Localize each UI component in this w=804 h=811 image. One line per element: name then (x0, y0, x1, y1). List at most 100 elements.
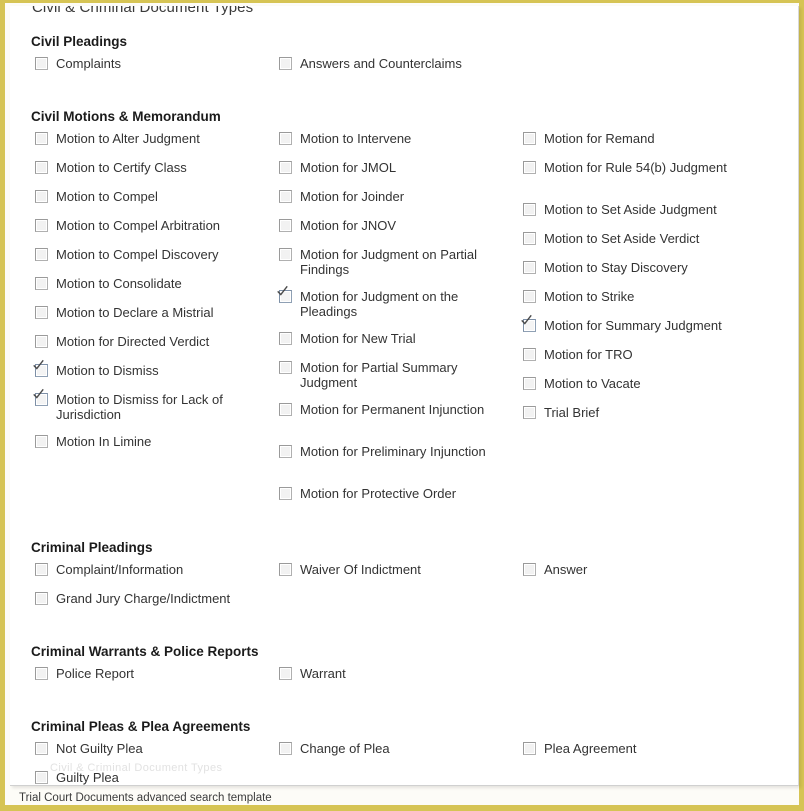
section-title-civil-pleadings: Civil Pleadings (31, 34, 128, 49)
checkbox-unchecked-icon[interactable] (279, 132, 292, 145)
checkbox-unchecked-icon[interactable] (35, 306, 48, 319)
checkbox-row[interactable]: Motion for New Trial (275, 330, 513, 353)
checkbox-unchecked-icon[interactable] (35, 335, 48, 348)
checkbox-row[interactable]: Motion to Set Aside Verdict (519, 230, 769, 253)
checkbox-row[interactable]: Motion to Compel Discovery (31, 246, 269, 269)
checkbox-row[interactable]: Motion to Stay Discovery (519, 259, 769, 282)
checkbox-unchecked-icon[interactable] (523, 132, 536, 145)
checkbox-unchecked-icon[interactable] (523, 406, 536, 419)
checkbox-unchecked-icon[interactable] (279, 219, 292, 232)
checkbox-unchecked-icon[interactable] (279, 403, 292, 416)
checkbox-unchecked-icon[interactable] (279, 445, 292, 458)
checkbox-row[interactable]: Motion to Strike (519, 288, 769, 311)
checkbox-row[interactable]: Motion for Judgment on Partial Findings (275, 246, 513, 282)
checkbox-row[interactable]: Motion for JMOL (275, 159, 513, 182)
checkbox-unchecked-icon[interactable] (279, 361, 292, 374)
checkbox-row[interactable]: Plea Agreement (519, 740, 769, 763)
checkbox-row[interactable]: Complaint/Information (31, 561, 269, 584)
checkbox-row[interactable]: Motion for TRO (519, 346, 769, 369)
checkbox-unchecked-icon[interactable] (523, 348, 536, 361)
checkbox-unchecked-icon[interactable] (35, 161, 48, 174)
checkbox-row[interactable]: Motion to Dismiss (31, 359, 269, 385)
checkbox-row[interactable]: Grand Jury Charge/Indictment (31, 590, 269, 613)
checkbox-row[interactable]: Motion for Summary Judgment (519, 314, 769, 340)
checkbox-unchecked-icon[interactable] (279, 248, 292, 261)
checkbox-label: Plea Agreement (544, 741, 637, 756)
checkbox-unchecked-icon[interactable] (279, 742, 292, 755)
checkbox-unchecked-icon[interactable] (523, 290, 536, 303)
checkbox-row[interactable]: Motion for Preliminary Injunction (275, 443, 513, 479)
checkbox-row[interactable]: Motion In Limine (31, 433, 269, 456)
checkbox-unchecked-icon[interactable] (523, 161, 536, 174)
checkbox-unchecked-icon[interactable] (279, 487, 292, 500)
checkbox-row[interactable]: Motion to Intervene (275, 130, 513, 153)
checkbox-row[interactable]: Police Report (31, 665, 269, 688)
checkbox-row[interactable]: Motion to Compel Arbitration (31, 217, 269, 240)
caption-bar: Trial Court Documents advanced search te… (10, 792, 798, 809)
checkbox-unchecked-icon[interactable] (35, 771, 48, 784)
checkbox-unchecked-icon[interactable] (523, 203, 536, 216)
checkbox-unchecked-icon[interactable] (35, 219, 48, 232)
checkbox-row[interactable]: Motion to Alter Judgment (31, 130, 269, 153)
checkbox-label: Trial Brief (544, 405, 600, 420)
checkbox-row[interactable]: Motion for Remand (519, 130, 769, 153)
checkbox-unchecked-icon[interactable] (35, 277, 48, 290)
checkbox-row[interactable]: Motion to Set Aside Judgment (519, 201, 769, 224)
checkbox-label: Police Report (56, 666, 135, 681)
checkbox-row[interactable]: Not Guilty Plea (31, 740, 269, 763)
checkbox-row[interactable]: Complaints (31, 55, 269, 78)
section-criminal-warrants-police-reports-column-1: Police Report (31, 665, 269, 694)
checkbox-row[interactable]: Warrant (275, 665, 513, 688)
checkbox-unchecked-icon[interactable] (279, 57, 292, 70)
checkbox-row[interactable]: Motion for Judgment on the Pleadings (275, 285, 513, 324)
checkbox-unchecked-icon[interactable] (35, 132, 48, 145)
checkbox-unchecked-icon[interactable] (35, 248, 48, 261)
checkbox-row[interactable]: Waiver Of Indictment (275, 561, 513, 584)
checkbox-row[interactable]: Motion for Permanent Injunction (275, 401, 513, 437)
checkbox-unchecked-icon[interactable] (279, 190, 292, 203)
checkbox-unchecked-icon[interactable] (35, 667, 48, 680)
checkbox-row[interactable]: Motion for Joinder (275, 188, 513, 211)
checkbox-row[interactable]: Motion for Protective Order (275, 485, 513, 508)
checkbox-row[interactable]: Change of Plea (275, 740, 513, 763)
checkbox-unchecked-icon[interactable] (279, 563, 292, 576)
checkbox-label: Motion to Stay Discovery (544, 260, 688, 275)
checkbox-row[interactable]: Motion to Dismiss for Lack of Jurisdicti… (31, 388, 269, 427)
checkbox-label: Answers and Counterclaims (300, 56, 462, 71)
checkbox-unchecked-icon[interactable] (279, 161, 292, 174)
checkbox-unchecked-icon[interactable] (35, 435, 48, 448)
checkbox-unchecked-icon[interactable] (35, 742, 48, 755)
page-title: Civil & Criminal Document Types (32, 6, 254, 16)
checkbox-row[interactable]: Answers and Counterclaims (275, 55, 513, 78)
checkbox-unchecked-icon[interactable] (35, 592, 48, 605)
checkbox-row[interactable]: Motion to Vacate (519, 375, 769, 398)
checkbox-row[interactable]: Motion to Certify Class (31, 159, 269, 182)
checkbox-unchecked-icon[interactable] (35, 190, 48, 203)
checkbox-label: Motion to Dismiss (56, 363, 159, 378)
checkbox-unchecked-icon[interactable] (523, 232, 536, 245)
checkbox-row[interactable]: Motion to Compel (31, 188, 269, 211)
checkbox-row[interactable]: Motion for JNOV (275, 217, 513, 240)
checkbox-unchecked-icon[interactable] (279, 667, 292, 680)
checkbox-unchecked-icon[interactable] (523, 377, 536, 390)
checkbox-label: Motion for New Trial (300, 331, 416, 346)
checkbox-row[interactable]: Motion for Directed Verdict (31, 333, 269, 356)
checkbox-row[interactable]: Trial Brief (519, 404, 769, 427)
section-criminal-pleadings-column-2: Waiver Of Indictment (275, 561, 513, 590)
checkbox-label: Motion for Judgment on the Pleadings (300, 289, 459, 319)
checkbox-row[interactable]: Answer (519, 561, 769, 584)
checkbox-label: Motion for Preliminary Injunction (300, 444, 486, 459)
caption-label: Trial Court Documents advanced search te… (19, 792, 272, 804)
checkbox-row[interactable]: Guilty Plea (31, 769, 269, 785)
checkbox-label: Not Guilty Plea (56, 741, 143, 756)
checkbox-unchecked-icon[interactable] (35, 57, 48, 70)
checkbox-unchecked-icon[interactable] (35, 563, 48, 576)
checkbox-row[interactable]: Motion for Rule 54(b) Judgment (519, 159, 769, 195)
checkbox-row[interactable]: Motion to Consolidate (31, 275, 269, 298)
checkbox-unchecked-icon[interactable] (279, 332, 292, 345)
checkbox-row[interactable]: Motion for Partial Summary Judgment (275, 359, 513, 395)
checkbox-row[interactable]: Motion to Declare a Mistrial (31, 304, 269, 327)
checkbox-unchecked-icon[interactable] (523, 261, 536, 274)
checkbox-unchecked-icon[interactable] (523, 742, 536, 755)
checkbox-unchecked-icon[interactable] (523, 563, 536, 576)
